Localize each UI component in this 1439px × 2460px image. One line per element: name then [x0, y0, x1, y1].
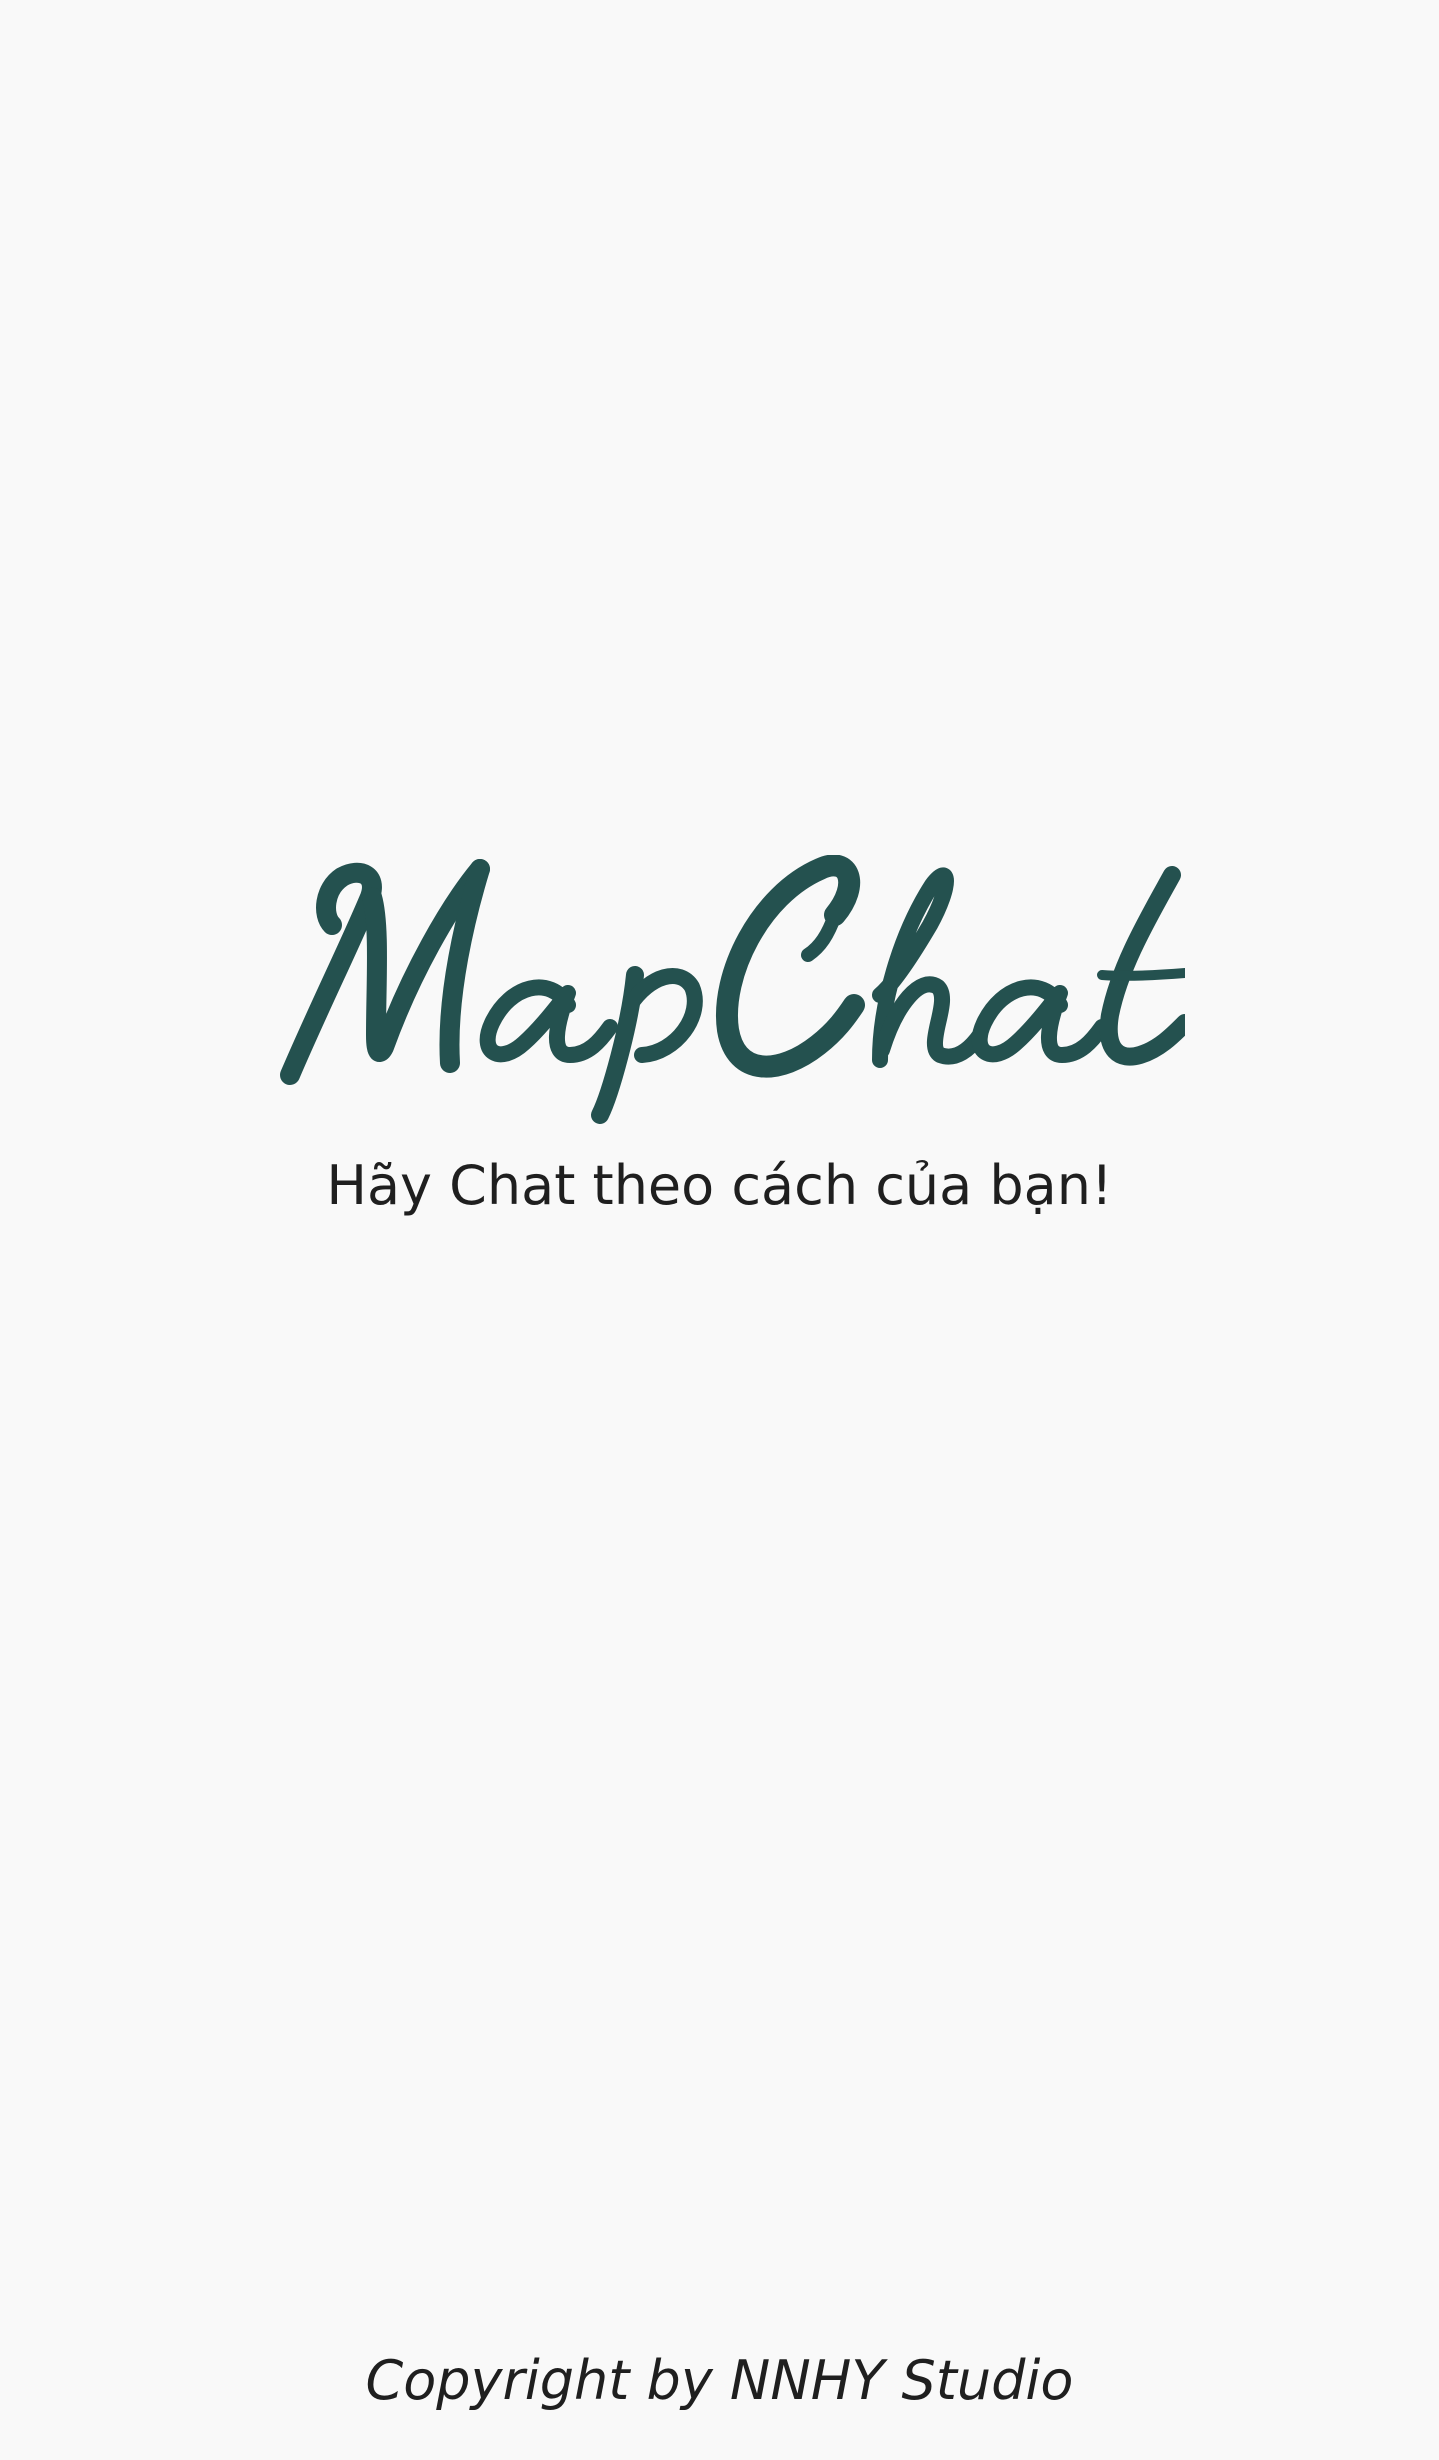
splash-screen: Hãy Chat theo cách của bạn! Copyright by…: [0, 0, 1439, 2460]
copyright-text: Copyright by NNHY Studio: [365, 2349, 1074, 2412]
mapchat-logo: [280, 855, 1185, 1124]
app-tagline: Hãy Chat theo cách của bạn!: [326, 1154, 1113, 1217]
